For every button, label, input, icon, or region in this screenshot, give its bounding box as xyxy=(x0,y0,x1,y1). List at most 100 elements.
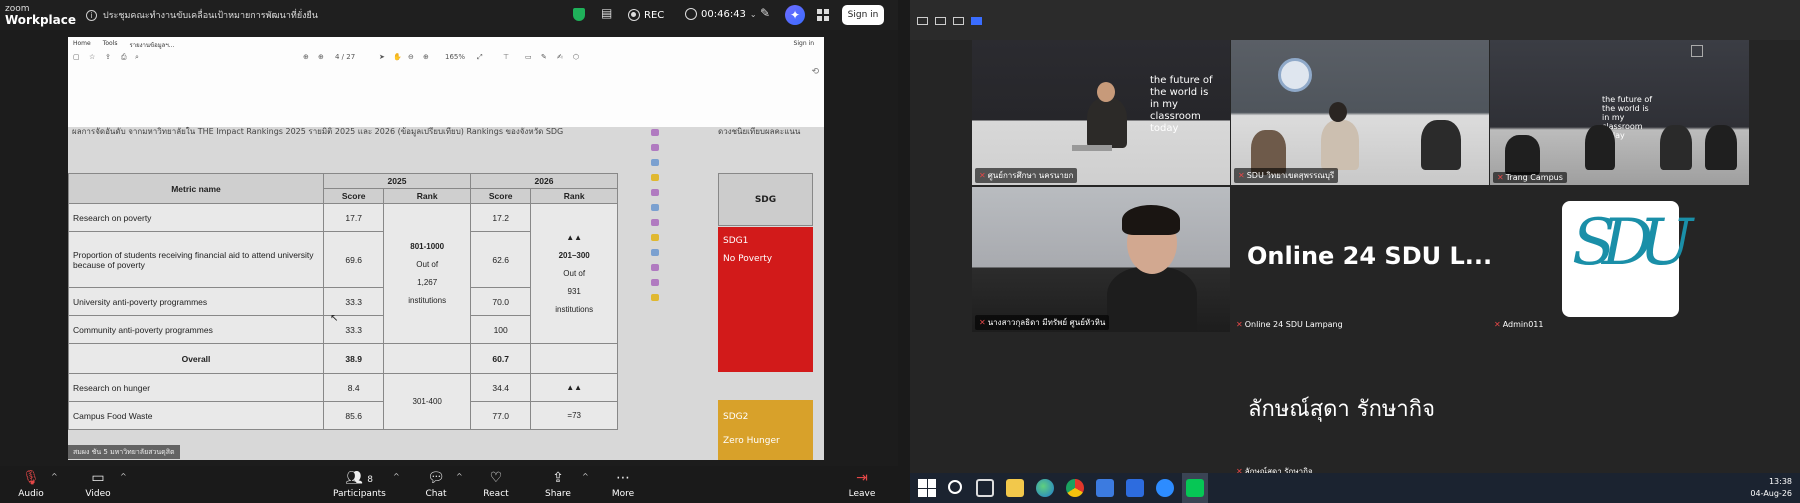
file-explorer-icon[interactable] xyxy=(1006,479,1024,497)
meeting-info[interactable]: i ประชุมคณะทำงานขับเคลื่อนเป้าหมายการพัฒ… xyxy=(86,8,318,22)
upload-icon[interactable]: ⇪ xyxy=(105,53,111,61)
rank-cell-2025: 801-1000 Out of 1,267 institutions xyxy=(383,203,471,344)
pdf-sign-in[interactable]: Sign in xyxy=(794,40,814,47)
pen-icon[interactable]: ✎ xyxy=(541,53,547,61)
audio-label: Audio xyxy=(18,489,44,499)
system-clock[interactable]: 13:38 04-Aug-26 xyxy=(1750,476,1792,500)
menu-tools[interactable]: Tools xyxy=(103,40,118,50)
line-app-icon[interactable] xyxy=(1186,479,1204,497)
annotate-icon[interactable]: ✎ xyxy=(760,6,770,20)
fit-icon[interactable]: ⤢ xyxy=(477,53,483,62)
rank-total: 1,267 xyxy=(417,278,438,287)
tool-icon[interactable] xyxy=(651,219,659,226)
tool-icon[interactable] xyxy=(651,279,659,286)
app-icon[interactable] xyxy=(1126,479,1144,497)
new-icon[interactable]: ▢ xyxy=(73,53,80,61)
rank-cell-empty xyxy=(383,343,471,374)
page-down-icon[interactable]: ⊕ xyxy=(318,53,324,61)
leave-button[interactable]: ⇥ Leave xyxy=(846,468,878,499)
print-icon[interactable]: ⎙ xyxy=(121,53,127,62)
info-icon[interactable]: i xyxy=(86,9,97,21)
app-icon[interactable] xyxy=(1096,479,1114,497)
zoom-level[interactable]: 165% xyxy=(445,53,465,61)
star-icon[interactable]: ☆ xyxy=(89,53,95,61)
rank-institutions: institutions xyxy=(408,296,447,305)
shared-screen: Home Tools รายงานข้อมูลฯ... Sign in ▢ ☆ … xyxy=(68,37,824,460)
tool-icon[interactable] xyxy=(651,204,659,211)
share-button[interactable]: ⇪ Share xyxy=(542,468,574,499)
cursor-icon[interactable]: ➤ xyxy=(379,53,385,61)
zoom-app-icon[interactable] xyxy=(1156,479,1174,497)
tool-icon[interactable] xyxy=(651,189,659,196)
video-tile[interactable]: ✕ นางสาวกุลธิดา มีทรัพย์ ศูนย์หัวหิน xyxy=(972,187,1230,332)
tool-icon[interactable] xyxy=(651,234,659,241)
page-up-icon[interactable]: ⊕ xyxy=(303,53,309,61)
avatar-logo: SDU xyxy=(1562,201,1693,317)
menu-doc-tab[interactable]: รายงานข้อมูลฯ... xyxy=(130,40,175,50)
task-view-icon[interactable] xyxy=(976,479,994,497)
year-2025-header: 2025 xyxy=(323,173,471,189)
stamp-icon[interactable]: ⬡ xyxy=(573,53,579,61)
meeting-timer[interactable]: 00:46:43 ⌄ xyxy=(685,8,757,20)
search-icon[interactable]: ⌕ xyxy=(135,53,139,62)
shield-icon[interactable] xyxy=(573,8,585,21)
tool-icon[interactable] xyxy=(651,294,659,301)
mic-muted-icon: ✕ xyxy=(979,318,986,327)
tool-icon[interactable] xyxy=(651,159,659,166)
react-button[interactable]: ♡ React xyxy=(480,468,512,499)
record-icon xyxy=(628,9,640,21)
ai-companion-icon[interactable]: ✦ xyxy=(785,5,805,25)
share-options-chevron-icon[interactable]: ^ xyxy=(582,472,589,481)
edge-browser-icon[interactable] xyxy=(1036,479,1054,497)
tool-icon[interactable] xyxy=(651,144,659,151)
search-icon[interactable] xyxy=(948,480,962,494)
comment-icon[interactable]: ▭ xyxy=(525,53,532,61)
view-grid-icon[interactable] xyxy=(817,9,829,21)
video-tile[interactable]: the future of the world is in my classro… xyxy=(1490,40,1749,185)
mic-muted-icon: ✕ xyxy=(1236,320,1243,329)
chat-button[interactable]: 💬︎ Chat xyxy=(420,468,452,499)
university-seal xyxy=(1278,58,1312,92)
side-by-side-view-icon[interactable] xyxy=(953,17,964,25)
chrome-browser-icon[interactable] xyxy=(1066,479,1084,497)
video-button[interactable]: ▭ Video xyxy=(82,468,114,499)
hand-icon[interactable]: ✋ xyxy=(393,53,402,61)
recording-indicator[interactable]: REC xyxy=(628,9,664,21)
speaker-view-icon[interactable] xyxy=(935,17,946,25)
participants-button[interactable]: 👥︎ 8 Participants xyxy=(333,468,386,499)
mic-muted-icon: ✕ xyxy=(1497,173,1504,182)
zoom-in-icon[interactable]: ⊕ xyxy=(423,53,429,61)
minimize-view-icon[interactable] xyxy=(917,17,928,25)
participant-hair xyxy=(1122,205,1180,235)
metric-cell: Overall xyxy=(68,343,324,374)
page-indicator[interactable]: 4 / 27 xyxy=(335,53,355,61)
participant-name: ✕ ศูนย์การศึกษา นครนายก xyxy=(975,168,1078,183)
rank-cell-2026: =73 xyxy=(530,401,618,430)
tool-icon[interactable] xyxy=(651,249,659,256)
tool-icon[interactable] xyxy=(651,129,659,136)
measure-icon[interactable]: ⊤ xyxy=(503,53,509,61)
video-tile[interactable]: ✕ SDU วิทยาเขตสุพรรณบุรี xyxy=(1231,40,1489,185)
menu-home[interactable]: Home xyxy=(73,40,91,50)
audio-button[interactable]: 🎙︎ Audio xyxy=(15,468,47,499)
fullscreen-icon[interactable] xyxy=(1691,45,1703,57)
mic-muted-icon: ✕ xyxy=(1238,171,1245,180)
video-tile[interactable]: the future of the world is in my classro… xyxy=(972,40,1230,185)
tool-icon[interactable] xyxy=(651,174,659,181)
zoom-out-icon[interactable]: ⊖ xyxy=(408,53,414,61)
windows-start-icon[interactable] xyxy=(918,479,936,497)
participant-name-text: นางสาวกุลธิดา มีทรัพย์ ศูนย์หัวหิน xyxy=(987,318,1106,327)
tool-icon[interactable] xyxy=(651,264,659,271)
pdf-right-tools[interactable]: ⟲ xyxy=(811,67,819,77)
sign-in-button[interactable]: Sign in xyxy=(842,5,884,25)
more-button[interactable]: ⋯ More xyxy=(607,468,639,499)
participant-figure xyxy=(1421,120,1461,170)
participants-options-chevron-icon[interactable]: ^ xyxy=(393,472,400,481)
gallery-view-icon[interactable] xyxy=(971,17,982,25)
audio-options-chevron-icon[interactable]: ^ xyxy=(51,472,58,481)
video-options-chevron-icon[interactable]: ^ xyxy=(120,472,127,481)
notes-icon[interactable]: ▤ xyxy=(601,6,612,20)
rank-range: 801-1000 xyxy=(410,242,445,251)
sign-icon[interactable]: ✍ xyxy=(557,53,563,61)
chat-options-chevron-icon[interactable]: ^ xyxy=(456,472,463,481)
